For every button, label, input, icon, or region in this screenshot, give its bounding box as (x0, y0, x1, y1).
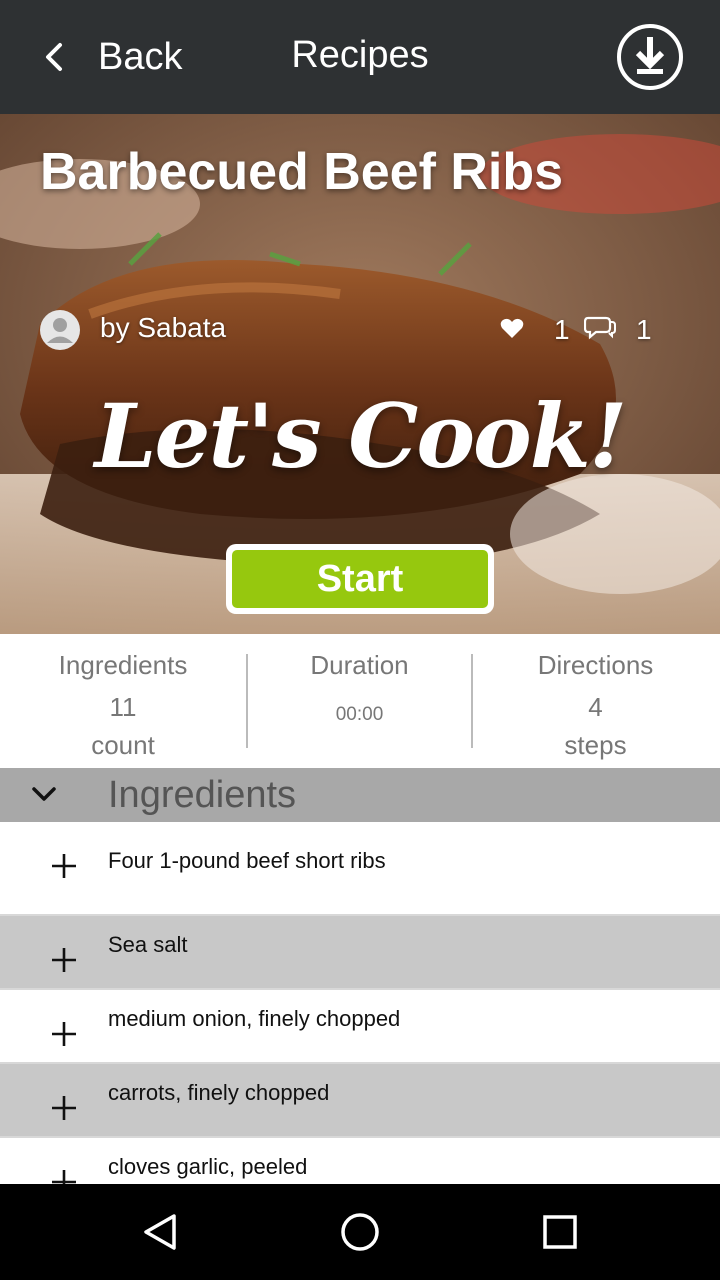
chevron-left-icon (30, 33, 78, 81)
stat-ingredients-value: 11 (109, 692, 137, 722)
system-nav-bar (0, 1184, 720, 1280)
plus-icon[interactable] (50, 946, 78, 974)
stat-ingredients: Ingredients 11 count (0, 634, 246, 768)
recipe-hero: Barbecued Beef Ribs by Sabata 1 1 Let's … (0, 114, 720, 634)
stat-duration-value: 00:00 (335, 704, 384, 725)
likes-button[interactable]: 1 (500, 314, 570, 346)
section-title: Ingredients (108, 774, 297, 816)
ingredient-row[interactable]: Four 1-pound beef short ribs (0, 822, 720, 916)
nav-recents-icon[interactable] (536, 1208, 584, 1256)
ingredients-section-header[interactable]: Ingredients (0, 768, 720, 822)
comments-count: 1 (636, 314, 652, 345)
ingredient-row[interactable]: medium onion, finely chopped (0, 990, 720, 1064)
ingredient-text: cloves garlic, peeled (108, 1154, 308, 1179)
ingredient-row[interactable]: cloves garlic, peeled (0, 1138, 720, 1184)
app-title: Recipes (291, 34, 429, 76)
nav-back-icon[interactable] (136, 1208, 184, 1256)
back-button[interactable]: Back (30, 22, 182, 92)
comment-icon (583, 314, 616, 347)
chevron-down-icon (28, 778, 60, 810)
heart-icon (500, 314, 524, 346)
ingredient-text: carrots, finely chopped (108, 1080, 330, 1105)
plus-icon[interactable] (50, 852, 78, 880)
nav-home-icon[interactable] (336, 1208, 384, 1256)
ingredient-list: Four 1-pound beef short ribs Sea salt me… (0, 822, 720, 1184)
stat-ingredients-unit: count (91, 730, 155, 760)
stat-ingredients-label: Ingredients (58, 650, 188, 680)
ingredient-text: medium onion, finely chopped (108, 1006, 401, 1031)
ingredient-row[interactable]: carrots, finely chopped (0, 1064, 720, 1138)
stat-directions-value: 4 (588, 692, 603, 722)
start-button[interactable]: Start (226, 544, 494, 614)
author-name[interactable]: by Sabata (100, 312, 226, 344)
download-button[interactable] (616, 23, 684, 91)
stat-duration: Duration 00:00 (246, 650, 473, 748)
recipe-stats: Ingredients 11 count Duration 00:00 Dire… (0, 634, 720, 768)
download-icon (616, 24, 684, 95)
ingredient-text: Four 1-pound beef short ribs (108, 848, 386, 873)
app-bar: Back Recipes (0, 0, 720, 114)
stat-directions-label: Directions (537, 650, 654, 680)
stat-directions: Directions 4 steps (473, 634, 718, 768)
lets-cook-tagline: Let's Cook! (94, 384, 628, 488)
ingredient-text: Sea salt (108, 932, 188, 957)
ingredient-row[interactable]: Sea salt (0, 916, 720, 990)
plus-icon[interactable] (50, 1020, 78, 1048)
stat-directions-unit: steps (564, 730, 627, 760)
start-button-label: Start (232, 550, 488, 608)
comments-button[interactable]: 1 (583, 314, 652, 347)
likes-count: 1 (554, 314, 570, 345)
plus-icon[interactable] (50, 1168, 78, 1184)
recipe-title: Barbecued Beef Ribs (40, 143, 564, 201)
stat-duration-label: Duration (310, 650, 409, 680)
avatar-icon[interactable] (40, 310, 80, 350)
back-label: Back (98, 35, 183, 78)
plus-icon[interactable] (50, 1094, 78, 1122)
